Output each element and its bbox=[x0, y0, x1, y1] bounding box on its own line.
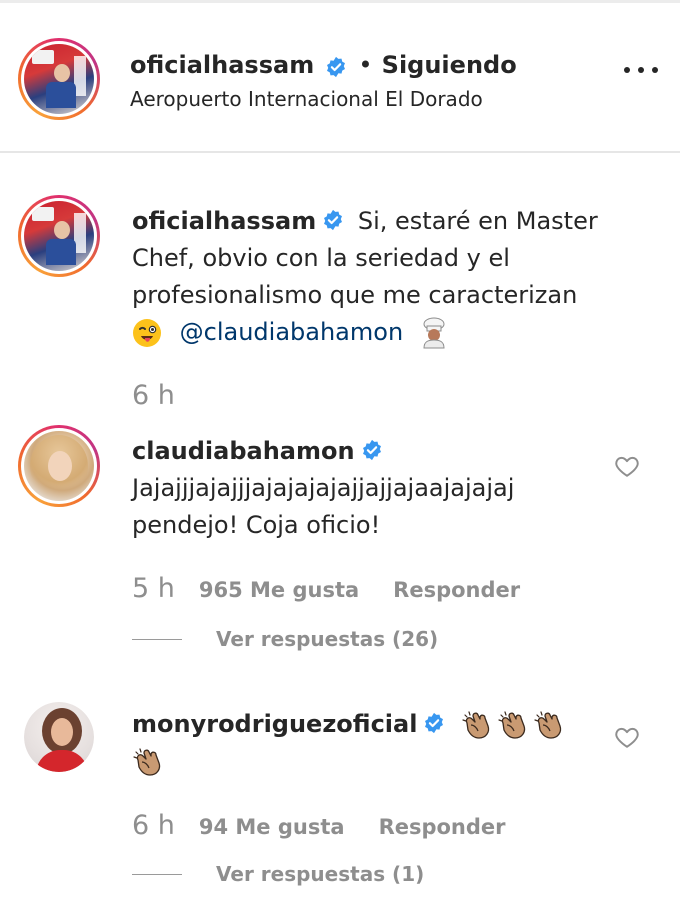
claudia-view-replies-label: Ver respuestas (26) bbox=[216, 627, 439, 651]
cook-emoji bbox=[423, 317, 445, 349]
clapping-hands-emoji bbox=[133, 748, 161, 776]
post-header: oficialhassam • Siguiendo Aeropuerto Int… bbox=[0, 3, 680, 153]
claudia-reply-button[interactable]: Responder bbox=[393, 578, 520, 602]
claudia-view-replies-button[interactable]: Ver respuestas (26) bbox=[132, 627, 438, 651]
caption-username[interactable]: oficialhassam bbox=[132, 207, 316, 235]
clapping-hands-emoji bbox=[498, 711, 526, 739]
heart-outline-icon[interactable] bbox=[614, 724, 640, 750]
header-username[interactable]: oficialhassam bbox=[130, 51, 314, 79]
clapping-hands-emoji bbox=[462, 711, 490, 739]
mony-username[interactable]: monyrodriguezoficial bbox=[132, 710, 417, 738]
mention-link[interactable]: @claudiabahamon bbox=[180, 318, 404, 346]
mony-meta: 6 h 94 Me gusta Responder bbox=[132, 810, 506, 841]
mony-reply-button[interactable]: Responder bbox=[379, 815, 506, 839]
mony-comment-text: monyrodriguezoficial bbox=[132, 706, 602, 780]
winking-face-tongue-emoji bbox=[133, 319, 161, 347]
claudia-line-2: pendejo! Coja oficio! bbox=[132, 511, 381, 539]
following-button[interactable]: Siguiendo bbox=[382, 51, 517, 79]
header-title-row: oficialhassam • Siguiendo bbox=[130, 51, 517, 79]
mony-time[interactable]: 6 h bbox=[132, 810, 175, 841]
mony-avatar[interactable] bbox=[24, 702, 94, 772]
verified-icon bbox=[324, 209, 343, 231]
claudia-likes[interactable]: 965 Me gusta bbox=[199, 578, 359, 602]
clapping-hands-emoji bbox=[534, 711, 562, 739]
claudia-meta: 5 h 965 Me gusta Responder bbox=[132, 573, 520, 604]
caption-time[interactable]: 6 h bbox=[132, 380, 175, 411]
mony-view-replies-label: Ver respuestas (1) bbox=[216, 862, 425, 886]
caption-line-1: Si, estaré en Master bbox=[357, 207, 598, 235]
more-options-icon[interactable] bbox=[624, 67, 658, 77]
claudia-comment-text: claudiabahamon Jajajjjajajjjajajajajajja… bbox=[132, 433, 612, 544]
verified-icon bbox=[425, 712, 444, 734]
caption-line-3: profesionalismo que me caracterizan bbox=[132, 281, 578, 309]
header-avatar[interactable] bbox=[18, 38, 100, 120]
mony-view-replies-button[interactable]: Ver respuestas (1) bbox=[132, 862, 424, 886]
heart-outline-icon[interactable] bbox=[614, 453, 640, 479]
separator-dot: • bbox=[358, 51, 373, 79]
claudia-line-1: Jajajjjajajjjajajajajajjajjajaajajajaj bbox=[132, 474, 515, 502]
replies-line bbox=[132, 873, 182, 875]
claudia-avatar[interactable] bbox=[18, 425, 100, 507]
replies-line bbox=[132, 638, 182, 640]
verified-icon bbox=[327, 56, 346, 77]
location-link[interactable]: Aeropuerto Internacional El Dorado bbox=[130, 87, 483, 111]
mony-likes[interactable]: 94 Me gusta bbox=[199, 815, 345, 839]
caption-line-2: Chef, obvio con la seriedad y el bbox=[132, 244, 510, 272]
caption-text: oficialhassam Si, estaré en Master Chef,… bbox=[132, 203, 652, 351]
verified-icon bbox=[362, 439, 381, 461]
caption-meta: 6 h bbox=[132, 380, 175, 411]
claudia-username[interactable]: claudiabahamon bbox=[132, 437, 355, 465]
caption-avatar[interactable] bbox=[18, 195, 100, 277]
claudia-time[interactable]: 5 h bbox=[132, 573, 175, 604]
